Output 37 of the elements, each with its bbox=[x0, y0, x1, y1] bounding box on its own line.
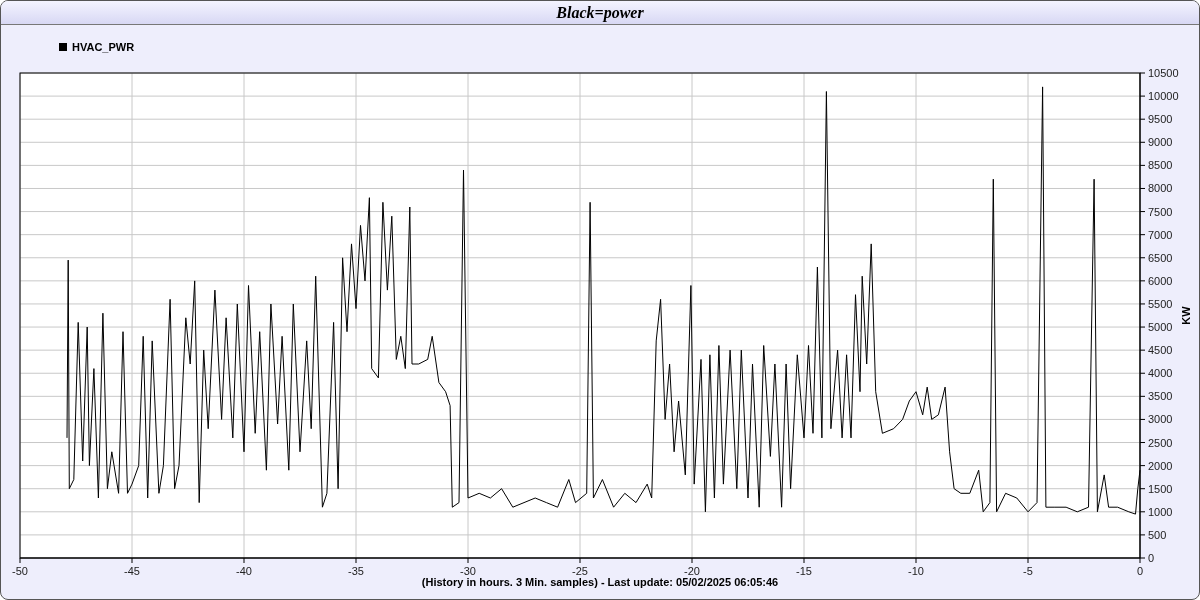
y-tick-label: 5000 bbox=[1148, 321, 1173, 334]
y-tick-label: 1500 bbox=[1148, 482, 1173, 495]
x-tick-label: -10 bbox=[908, 565, 924, 576]
y-tick-label: 4500 bbox=[1148, 344, 1173, 357]
y-tick-label: 8000 bbox=[1148, 182, 1173, 195]
y-tick-label: 10000 bbox=[1148, 90, 1179, 103]
x-tick-label: -20 bbox=[684, 565, 700, 576]
y-tick-label: 0 bbox=[1148, 552, 1155, 564]
x-tick-label: -40 bbox=[236, 565, 252, 576]
y-tick-label: 9000 bbox=[1148, 136, 1173, 149]
x-axis-title: (History in hours. 3 Min. samples) - Last update: 05/02/2025 06:05:46 bbox=[420, 576, 780, 588]
y-tick-label: 2000 bbox=[1148, 459, 1173, 472]
x-tick-label: -25 bbox=[572, 565, 588, 576]
y-tick-label: 1000 bbox=[1148, 505, 1173, 518]
legend-label: HVAC_PWR bbox=[72, 41, 135, 53]
y-axis-title: KW bbox=[1180, 306, 1192, 325]
y-tick-label: 8500 bbox=[1148, 159, 1173, 172]
x-tick-label: -50 bbox=[12, 565, 28, 576]
chart-title: Black=power bbox=[556, 3, 644, 22]
y-tick-label: 4000 bbox=[1148, 367, 1173, 380]
y-tick-label: 10500 bbox=[1148, 67, 1179, 79]
y-tick-label: 3500 bbox=[1148, 390, 1173, 403]
y-tick-label: 7000 bbox=[1148, 228, 1173, 241]
y-tick-label: 6000 bbox=[1148, 274, 1173, 287]
x-tick-label: -15 bbox=[796, 565, 812, 576]
y-tick-label: 9500 bbox=[1148, 113, 1173, 126]
y-tick-label: 3000 bbox=[1148, 413, 1173, 426]
x-tick-label: -30 bbox=[460, 565, 476, 576]
y-tick-label: 5500 bbox=[1148, 297, 1173, 310]
x-tick-label: -5 bbox=[1023, 565, 1033, 576]
y-tick-label: 6500 bbox=[1148, 251, 1173, 264]
x-tick-label: -35 bbox=[348, 565, 364, 576]
x-tick-label: 0 bbox=[1136, 565, 1144, 576]
y-tick-label: 7500 bbox=[1148, 205, 1173, 218]
x-tick-label: -45 bbox=[124, 565, 140, 576]
y-tick-label: 2500 bbox=[1148, 436, 1173, 449]
y-tick-label: 500 bbox=[1148, 528, 1167, 541]
